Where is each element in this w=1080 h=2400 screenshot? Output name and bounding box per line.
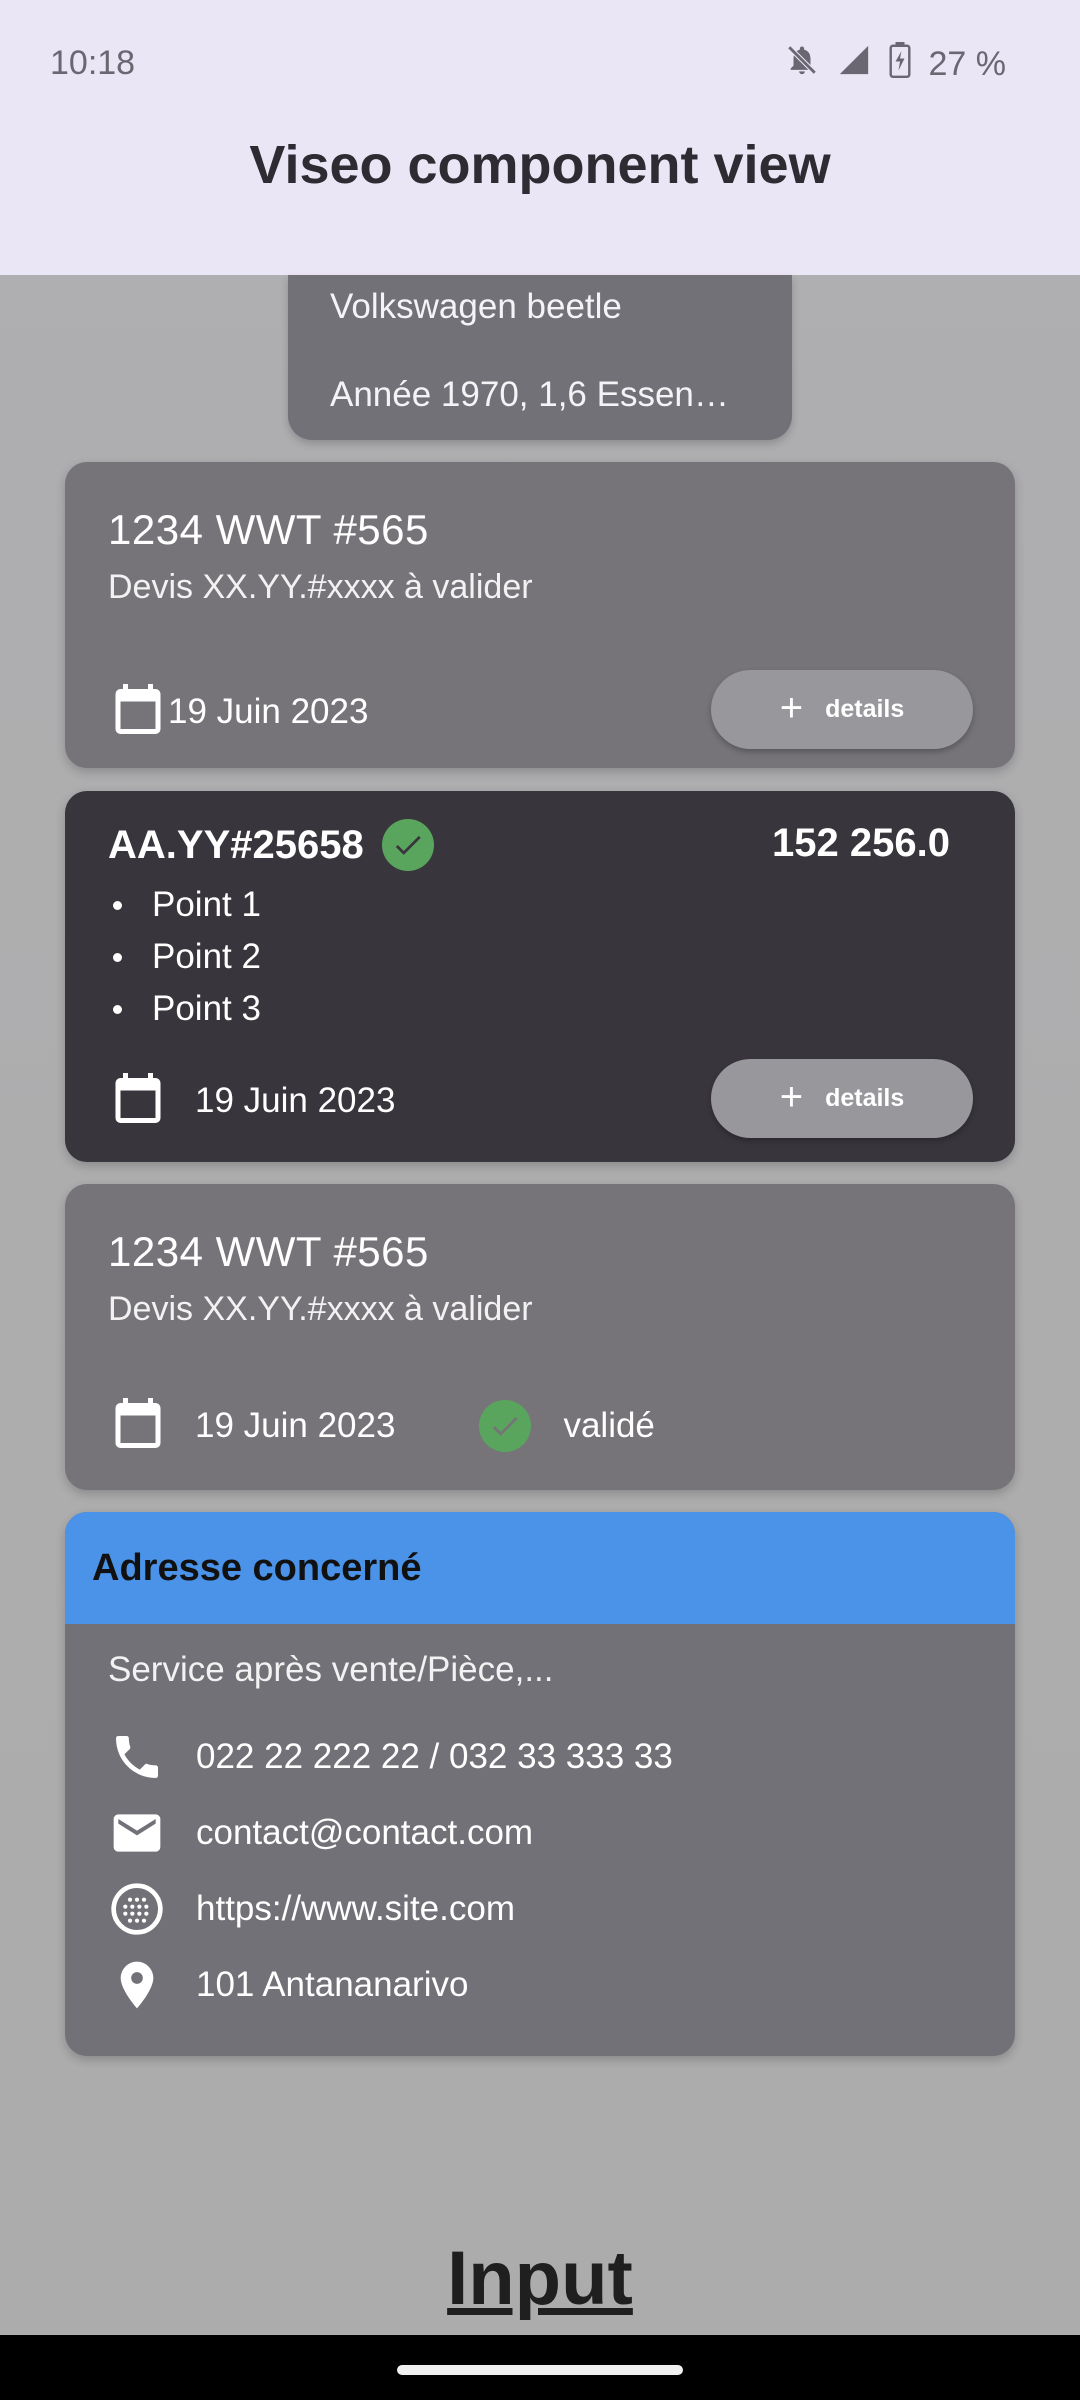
home-handle[interactable] — [397, 2365, 683, 2375]
email-row[interactable]: contact@contact.com — [108, 1804, 533, 1862]
date-text: 19 Juin 2023 — [168, 691, 369, 731]
vehicle-info: Année 1970, 1,6 Essen… — [330, 375, 729, 414]
status-icons: 27 % — [785, 42, 1007, 87]
invoice-amount: 152 256.0 — [772, 821, 950, 865]
phone-icon — [108, 1728, 166, 1786]
date-text: 19 Juin 2023 — [195, 1080, 396, 1120]
invoice-card[interactable]: AA.YY#25658 152 256.0 Point 1 Point 2 Po… — [65, 791, 1015, 1162]
details-label: details — [825, 1084, 905, 1112]
quote-subtitle: Devis XX.YY.#xxxx à valider — [108, 568, 533, 606]
location-row[interactable]: 101 Antananarivo — [108, 1956, 468, 2014]
page-title: Viseo component view — [249, 135, 831, 195]
check-circle-icon — [381, 819, 434, 871]
check-circle-icon — [479, 1399, 532, 1452]
points-list: Point 1 Point 2 Point 3 — [108, 879, 261, 1035]
list-item: Point 2 — [108, 931, 261, 983]
date-row: 19 Juin 2023 validé — [108, 1392, 655, 1459]
mail-icon — [108, 1804, 166, 1862]
calendar-icon — [108, 1392, 168, 1459]
system-nav-bar — [0, 2335, 1080, 2400]
status-text: validé — [563, 1405, 655, 1445]
quote-card[interactable]: 1234 WWT #565 Devis XX.YY.#xxxx à valide… — [65, 1184, 1015, 1490]
vehicle-card[interactable]: Volkswagen beetle Année 1970, 1,6 Essen… — [288, 275, 792, 440]
phone-row[interactable]: 022 22 222 22 / 032 33 333 33 — [108, 1728, 673, 1786]
vehicle-model: Volkswagen beetle — [330, 287, 622, 326]
details-button[interactable]: + details — [711, 1059, 973, 1138]
list-item: Point 1 — [108, 879, 261, 931]
plate-number: 1234 WWT #565 — [108, 1228, 429, 1275]
invoice-code: AA.YY#25658 — [108, 822, 364, 867]
invoice-code-row: AA.YY#25658 — [108, 819, 434, 871]
date-text: 19 Juin 2023 — [195, 1405, 396, 1445]
globe-icon — [108, 1880, 166, 1938]
quote-subtitle: Devis XX.YY.#xxxx à valider — [108, 1290, 533, 1328]
status-time: 10:18 — [50, 44, 136, 82]
location-text: 101 Antananarivo — [196, 1965, 469, 2004]
battery-charging-icon — [889, 42, 911, 87]
calendar-icon — [108, 1067, 168, 1134]
details-button[interactable]: + details — [711, 670, 973, 749]
bell-off-icon — [785, 43, 819, 86]
input-heading: Input — [447, 2236, 633, 2321]
website-text: https://www.site.com — [196, 1889, 515, 1928]
plus-icon: + — [779, 685, 804, 730]
details-label: details — [825, 695, 905, 723]
website-row[interactable]: https://www.site.com — [108, 1880, 515, 1938]
date-row: 19 Juin 2023 — [108, 678, 368, 745]
location-pin-icon — [108, 1956, 166, 2014]
list-item: Point 3 — [108, 983, 261, 1035]
address-header: Adresse concerné — [65, 1512, 1015, 1624]
address-title: Adresse concerné — [92, 1546, 422, 1589]
email-text: contact@contact.com — [196, 1813, 534, 1852]
plate-number: 1234 WWT #565 — [108, 506, 429, 553]
quote-card[interactable]: 1234 WWT #565 Devis XX.YY.#xxxx à valide… — [65, 462, 1015, 768]
signal-icon — [837, 43, 871, 86]
date-row: 19 Juin 2023 — [108, 1067, 395, 1134]
battery-text: 27 % — [928, 45, 1007, 83]
status-bar: 10:18 27 % — [0, 0, 1080, 130]
address-card: Adresse concerné Service après vente/Piè… — [65, 1512, 1015, 2056]
phone-text: 022 22 222 22 / 032 33 333 33 — [196, 1737, 673, 1776]
app-bar: Viseo component view — [0, 130, 1080, 275]
plus-icon: + — [779, 1074, 804, 1119]
calendar-icon — [108, 678, 168, 745]
address-service: Service après vente/Pièce,... — [108, 1650, 554, 1689]
